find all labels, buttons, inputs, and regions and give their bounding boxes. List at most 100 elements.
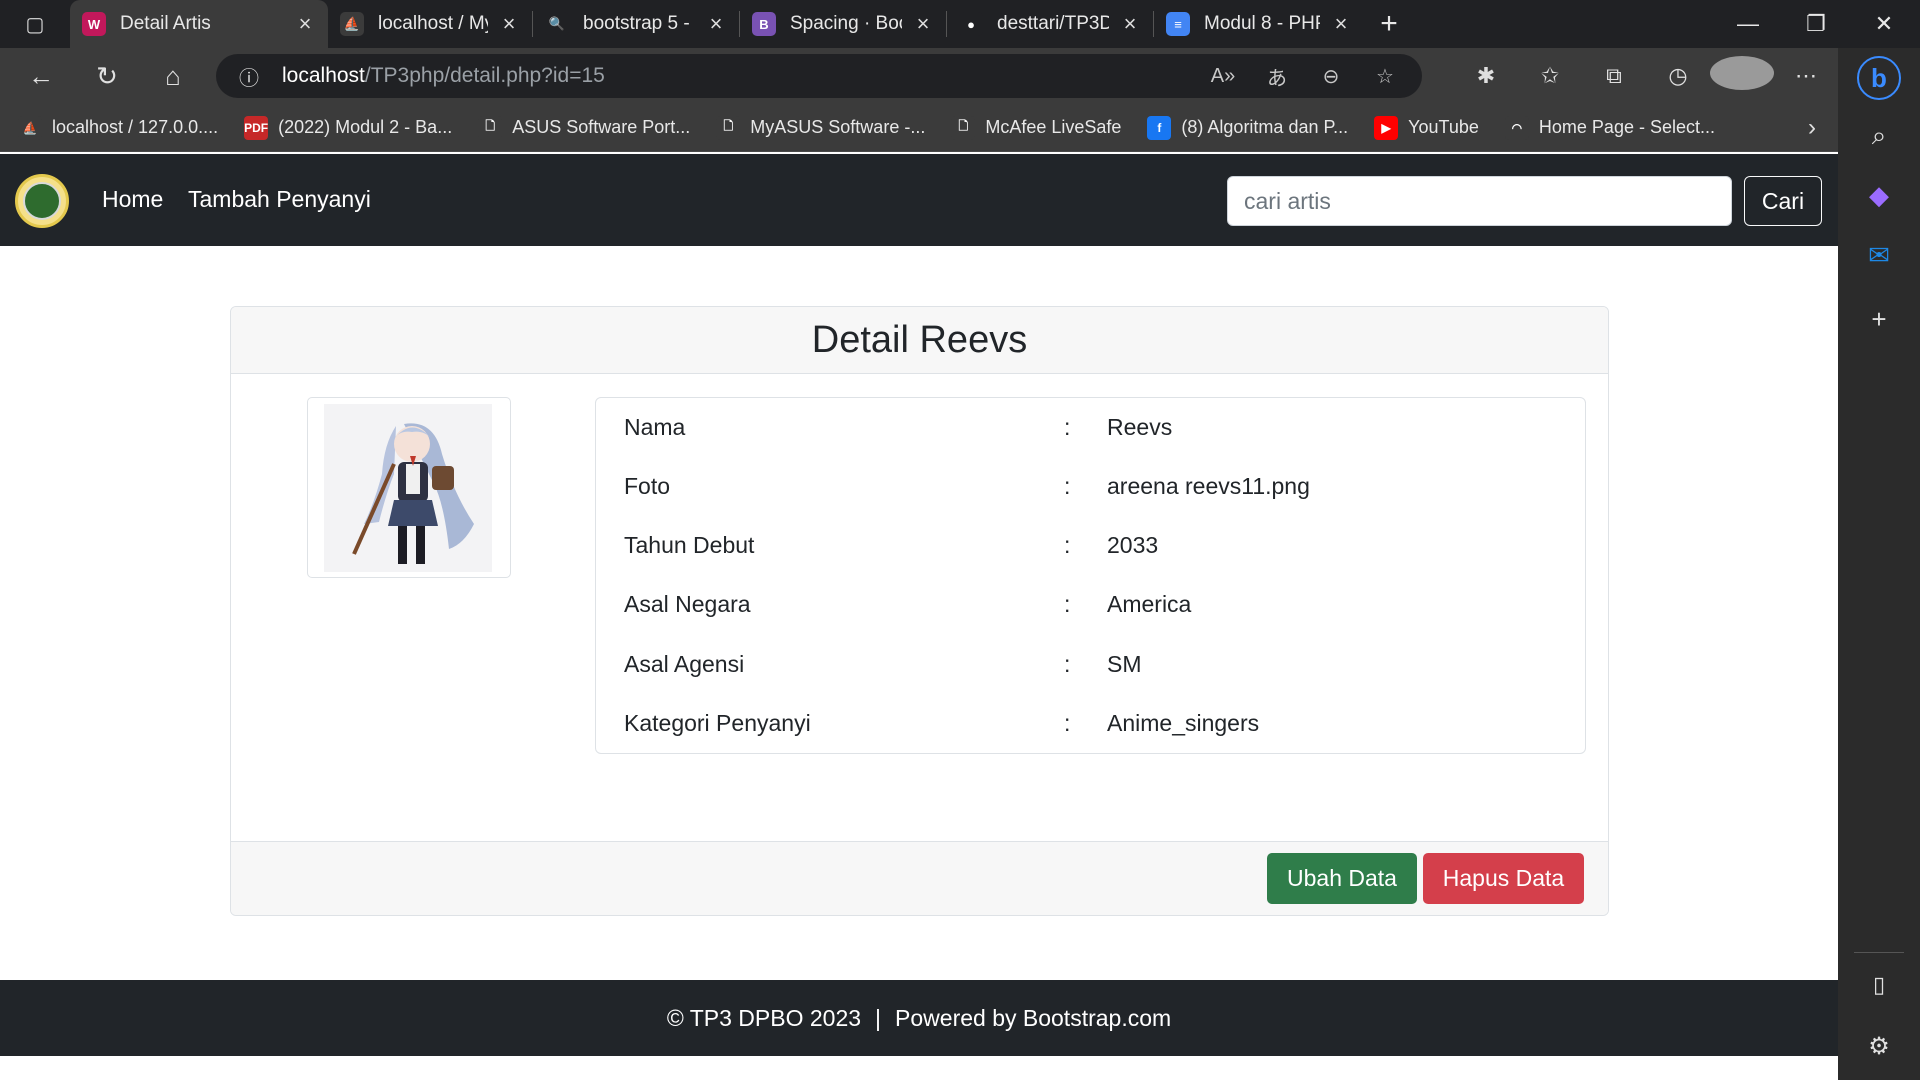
row-value: America [1107, 591, 1192, 617]
panel-icon[interactable]: ▯ [1838, 972, 1920, 998]
footer-bootstrap-link[interactable]: Powered by Bootstrap.com [895, 1005, 1171, 1032]
table-row: Asal Agensi : SM [596, 635, 1585, 694]
bookmark-item[interactable]: ⛵ localhost / 127.0.0.... [18, 115, 219, 140]
row-value: areena reevs11.png [1107, 473, 1310, 499]
table-row: Asal Negara : America [596, 575, 1585, 634]
address-bar[interactable]: ⓘ localhost/TP3php/detail.php?id=15 A» あ… [216, 54, 1422, 98]
close-window-button[interactable]: ✕ [1850, 0, 1918, 48]
tab-title: Spacing · Bootstrap [790, 13, 902, 34]
bookmark-item[interactable]: 🗋 ASUS Software Port... [478, 115, 691, 140]
search-icon[interactable]: ⌕ [1838, 120, 1920, 152]
row-separator: : [1064, 532, 1071, 558]
bookmark-item[interactable]: f (8) Algoritma dan P... [1147, 115, 1348, 140]
history-icon[interactable]: ◷ [1646, 63, 1710, 89]
bookmark-item[interactable]: ◠ Home Page - Select... [1504, 115, 1715, 140]
card-footer: Ubah Data Hapus Data [231, 841, 1608, 915]
close-icon[interactable]: × [1119, 11, 1141, 37]
profile-avatar[interactable] [1710, 56, 1774, 96]
add-icon[interactable]: + [1838, 304, 1920, 335]
new-tab-button[interactable]: + [1364, 7, 1414, 41]
tab[interactable]: ⛵ localhost / MySQL / × [328, 0, 532, 48]
favorites-icon[interactable]: ✩ [1518, 63, 1582, 89]
bookmark-item[interactable]: PDF (2022) Modul 2 - Ba... [244, 115, 453, 140]
outlook-icon[interactable]: ✉ [1838, 240, 1920, 271]
search-icon: 🔍 [545, 12, 569, 36]
gear-icon[interactable]: ⚙ [1838, 1032, 1920, 1061]
bookmark-item[interactable]: ▶ YouTube [1374, 115, 1479, 140]
bookmark-label: YouTube [1408, 117, 1479, 137]
page-icon: 🗋 [951, 115, 976, 140]
read-aloud-icon[interactable]: A» [1196, 65, 1250, 88]
bookmark-label: Home Page - Select... [1538, 117, 1715, 137]
chevron-right-icon[interactable]: › [1808, 114, 1816, 142]
web-page: Home Tambah Penyanyi Cari Detail Reevs [0, 152, 1838, 1080]
row-separator: : [1064, 414, 1071, 440]
zoom-out-icon[interactable]: ⊖ [1304, 64, 1358, 89]
bookmark-label: ASUS Software Port... [512, 117, 691, 137]
tab[interactable]: ≡ Modul 8 - PHP GUI × [1154, 0, 1364, 48]
bookmark-item[interactable]: 🗋 MyASUS Software -... [716, 115, 926, 140]
minimize-button[interactable]: — [1714, 0, 1782, 48]
search-button[interactable]: Cari [1744, 176, 1822, 226]
address-url[interactable]: localhost/TP3php/detail.php?id=15 [282, 64, 605, 88]
extensions-icon[interactable]: ✱ [1454, 63, 1518, 89]
select-icon: ◠ [1504, 115, 1529, 140]
close-icon[interactable]: × [1330, 11, 1352, 37]
row-value: Anime_singers [1107, 710, 1260, 736]
restore-button[interactable]: ❐ [1782, 0, 1850, 48]
navbar: Home Tambah Penyanyi Cari [0, 154, 1838, 246]
nav-home-link[interactable]: Home [102, 186, 163, 213]
bookmark-label: MyASUS Software -... [750, 117, 926, 137]
page-title: Detail Reevs [811, 318, 1028, 361]
refresh-icon[interactable]: ↻ [74, 48, 140, 104]
tab-title: localhost / MySQL / [378, 13, 488, 34]
bing-icon[interactable]: b [1838, 50, 1920, 106]
tab-strip: ▢ W Detail Artis × ⛵ localhost / MySQL / × 🔍 bo… [0, 0, 1920, 48]
close-icon[interactable]: × [912, 11, 934, 37]
close-icon[interactable]: × [705, 11, 727, 37]
browser-toolbar: ← ↻ ⌂ ⓘ localhost/TP3php/detail.php?id=1… [0, 48, 1920, 104]
close-icon[interactable]: × [294, 11, 316, 37]
row-separator: : [1064, 591, 1071, 617]
bookmark-item[interactable]: 🗋 McAfee LiveSafe [951, 115, 1121, 140]
close-icon[interactable]: × [498, 11, 520, 37]
tab-actions-menu-icon[interactable]: ▢ [0, 0, 70, 48]
row-separator: : [1064, 473, 1071, 499]
home-icon[interactable]: ⌂ [140, 48, 206, 104]
youtube-icon: ▶ [1374, 115, 1399, 140]
more-menu-icon[interactable]: ⋯ [1774, 63, 1838, 89]
facebook-icon: f [1147, 115, 1172, 140]
card-header: Detail Reevs [231, 307, 1608, 374]
site-info-icon[interactable]: ⓘ [224, 62, 274, 91]
bookmark-label: localhost / 127.0.0.... [52, 117, 219, 137]
detail-table: Nama : Reevs Foto : areena reevs11.png T… [595, 397, 1586, 754]
detail-card: Detail Reevs Nama : Reevs Foto: areena … [230, 306, 1609, 916]
copilot-icon[interactable]: ◆ [1838, 180, 1920, 211]
table-row: Tahun Debut : 2033 [596, 516, 1585, 575]
translate-icon[interactable]: あ [1250, 62, 1304, 91]
search-input[interactable] [1227, 176, 1732, 226]
tab[interactable]: 🔍 bootstrap 5 - Searc × [533, 0, 739, 48]
edit-data-button[interactable]: Ubah Data [1267, 853, 1417, 904]
row-label: Tahun Debut [624, 532, 755, 558]
delete-data-button[interactable]: Hapus Data [1423, 853, 1584, 904]
table-row: Foto : areena reevs11.png [596, 457, 1585, 516]
row-value: 2033 [1107, 532, 1159, 558]
nav-add-singer-link[interactable]: Tambah Penyanyi [188, 186, 371, 213]
brand-logo[interactable] [15, 174, 69, 228]
tab[interactable]: B Spacing · Bootstrap × [740, 0, 946, 48]
tab[interactable]: ● desttari/TP3DPBO2(× [947, 0, 1153, 48]
tab-title: bootstrap 5 - Searc [583, 13, 695, 34]
row-label: Nama [624, 414, 686, 440]
phpmyadmin-icon: ⛵ [340, 12, 364, 36]
tab[interactable]: W Detail Artis × [70, 0, 328, 48]
back-icon[interactable]: ← [8, 48, 74, 104]
add-favorite-icon[interactable]: ☆ [1358, 64, 1412, 89]
bookmark-label: (2022) Modul 2 - Ba... [278, 117, 453, 137]
page-footer: © TP3 DPBO 2023 | Powered by Bootstrap.c… [0, 980, 1838, 1056]
sidebar-divider [1854, 952, 1904, 953]
collections-icon[interactable]: ⧉ [1582, 63, 1646, 89]
row-label: Asal Negara [624, 591, 751, 617]
edge-sidebar: b ⌕ ◆ ✉ + ▯ ⚙ [1838, 48, 1920, 1080]
row-label: Asal Agensi [624, 651, 745, 677]
